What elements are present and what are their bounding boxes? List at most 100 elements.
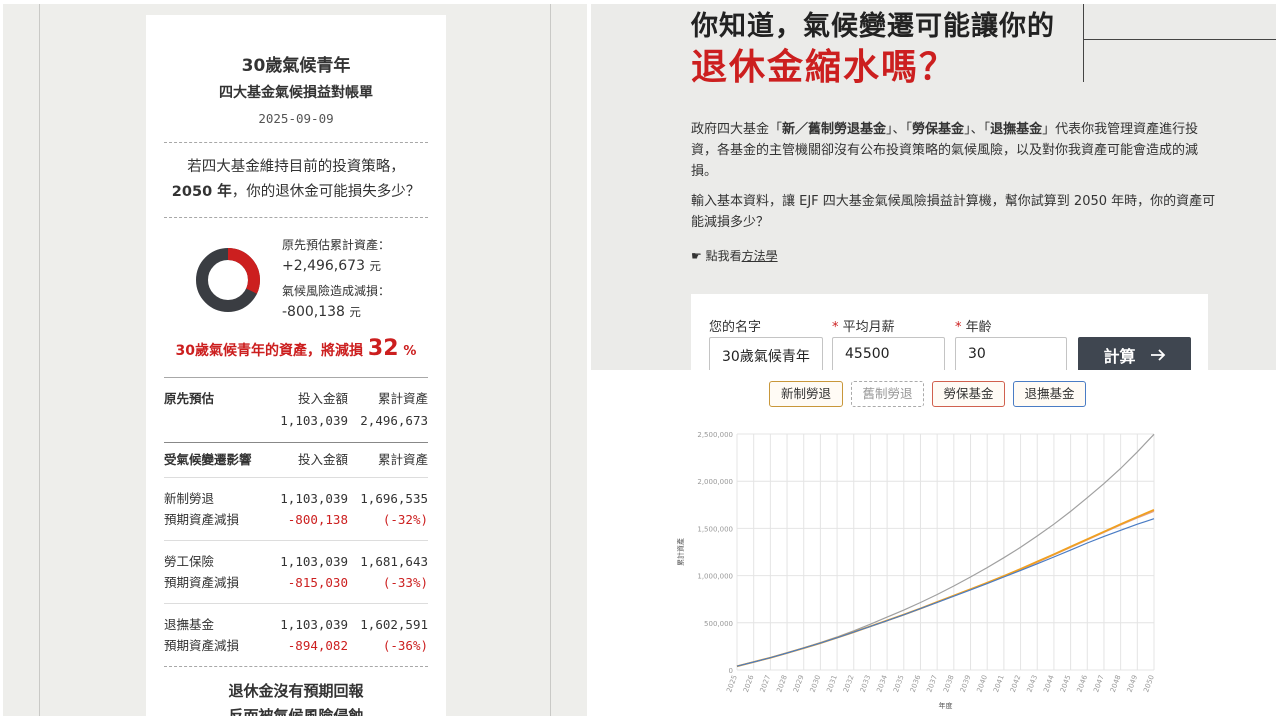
original-amount: +2,496,673: [282, 258, 365, 274]
col-total: 累計資產: [377, 391, 428, 406]
x-tick-label: 2040: [975, 674, 989, 693]
loss-donut-chart: [196, 248, 260, 312]
x-tick-label: 2042: [1009, 674, 1023, 693]
fund-loss-row: 預期資產減損 -894,082 (-36%): [164, 635, 428, 656]
calculate-button-label: 計算: [1103, 347, 1136, 366]
x-tick-label: 2036: [909, 673, 923, 693]
fund-row: 勞工保險 1,103,039 1,681,643: [164, 551, 428, 572]
loss-percentage: 32: [367, 336, 399, 361]
required-mark: *: [832, 320, 839, 335]
methodology-link[interactable]: 方法學: [742, 249, 778, 263]
y-axis-label: 累計資產: [676, 538, 685, 566]
fund-loss-amount: -894,082: [287, 638, 348, 653]
fund-loss-label: 預期資產減損: [164, 575, 240, 590]
decorative-line: [1083, 4, 1084, 82]
x-tick-label: 2029: [792, 674, 806, 693]
original-table: 原先預估 投入金額 累計資產 1,103,039 2,496,673: [164, 377, 428, 442]
x-tick-label: 2045: [1059, 674, 1073, 693]
x-tick-label: 2041: [992, 674, 1006, 693]
age-label: * 年齡: [955, 320, 992, 335]
fund-block: 新制勞退 1,103,039 1,696,535 預期資產減損 -800,138 (-32…: [164, 477, 428, 540]
receipt-subtitle: 四大基金氣候損益對帳單: [219, 85, 373, 101]
asset-projection-chart: 0500,0001,000,0001,500,0002,000,0002,500…: [676, 431, 1156, 710]
question-line-1: 若四大基金維持目前的投資策略，: [187, 159, 405, 175]
y-tick-label: 1,500,000: [697, 525, 733, 533]
fund-row: 新制勞退 1,103,039 1,696,535: [164, 488, 428, 509]
y-tick-label: 1,000,000: [697, 573, 733, 581]
question-line-2: 2050 年，你的退休金可能損失多少？: [164, 180, 428, 205]
x-tick-label: 2033: [859, 674, 873, 693]
col-invest: 投入金額: [297, 391, 348, 406]
receipt-card: 30歲氣候青年 四大基金氣候損益對帳單 2025-09-09 若四大基金維持目前…: [146, 15, 446, 716]
fund-loss-amount: -800,138: [287, 512, 348, 527]
footer-line-1: 退休金沒有預期回報: [228, 682, 364, 700]
original-table-title: 原先預估: [164, 391, 215, 406]
methodology-link-row: ☛ 點我看方法學: [691, 247, 778, 264]
intro-paragraph-2: 輸入基本資料，讓 EJF 四大基金氣候風險損益計算機，幫你試算到 2050 年時…: [691, 194, 1216, 230]
loss-percentage-unit: %: [403, 344, 417, 359]
summary-info: 原先預估累計資產： +2,496,673 元 氣候風險造成減損： -800,13…: [282, 236, 390, 328]
series-line: [736, 510, 1155, 667]
y-tick-label: 500,000: [704, 620, 733, 628]
salary-label: * 平均月薪: [832, 320, 895, 335]
fund-invest: 1,103,039: [280, 554, 348, 569]
x-tick-label: 2044: [1042, 673, 1056, 693]
receipt-title: 30歲氣候青年: [241, 56, 351, 76]
loss-value: -800,138 元: [282, 304, 390, 320]
chart-panel: 新制勞退 舊制勞退 勞保基金 退撫基金 0 500,000 1,000,000 1,500,…: [591, 374, 1276, 716]
original-label: 原先預估累計資產：: [282, 238, 391, 252]
receipt-panel: 30歲氣候青年 四大基金氣候損益對帳單 2025-09-09 若四大基金維持目前…: [3, 4, 587, 716]
pointing-hand-icon: ☛ 點我看: [691, 249, 742, 263]
question-block: 若四大基金維持目前的投資策略， 2050 年，你的退休金可能損失多少？: [164, 142, 428, 217]
fund-total: 1,696,535: [360, 491, 428, 506]
series-line: [736, 433, 1155, 667]
x-tick-label: 2048: [1109, 674, 1123, 693]
x-tick-label: 2025: [725, 674, 739, 693]
original-total: 2,496,673: [360, 413, 428, 428]
fund-loss-percent: (-33%): [382, 575, 428, 590]
x-tick-label: 2032: [842, 674, 856, 693]
x-tick-label: 2038: [942, 674, 956, 693]
x-tick-label: 2028: [775, 674, 789, 693]
footer-line-2: 反而被氣候風險侵蝕: [228, 707, 364, 716]
calculator-form: 您的名字 * 平均月薪 * 年齡 30歲氣候青年 45500 30 計算: [691, 294, 1208, 370]
impact-table: 受氣候變遷影響 投入金額 累計資產 新制勞退 1,103,039 1,696,535…: [164, 442, 428, 666]
loss-label: 氣候風險造成減損：: [282, 284, 391, 298]
x-tick-label: 2034: [875, 673, 889, 693]
y-tick-label: 2,500,000: [697, 431, 733, 439]
x-tick-label: 2035: [892, 674, 906, 693]
original-value: +2,496,673 元: [282, 258, 390, 274]
loss-percentage-line: 30歲氣候青年的資產，將減損 32 %: [164, 333, 428, 377]
loss-text: 30歲氣候青年的資產，將減損: [175, 343, 364, 359]
required-mark: *: [955, 320, 962, 335]
fund-loss-row: 預期資產減損 -815,030 (-33%): [164, 572, 428, 593]
guide-line: [550, 4, 551, 716]
x-tick-label: 2027: [759, 674, 773, 693]
x-tick-label: 2043: [1026, 674, 1040, 693]
x-tick-label: 2050: [1142, 674, 1156, 693]
fund-total: 1,681,643: [360, 554, 428, 569]
intro-paragraph-1: 政府四大基金「新／舊制勞退基金」、「勞保基金」、「退撫基金」代表你我管理資產進行…: [691, 122, 1199, 179]
age-input[interactable]: 30: [955, 337, 1067, 370]
name-input[interactable]: 30歲氣候青年: [709, 337, 823, 370]
receipt-footer: 退休金沒有預期回報 反而被氣候風險侵蝕: [164, 666, 428, 716]
guide-line: [39, 4, 40, 716]
fund-total: 1,602,591: [360, 617, 428, 632]
fund-loss-row: 預期資產減損 -800,138 (-32%): [164, 509, 428, 530]
original-invest: 1,103,039: [280, 413, 348, 428]
fund-invest: 1,103,039: [280, 617, 348, 632]
calculate-button[interactable]: 計算: [1078, 337, 1191, 370]
x-tick-label: 2037: [925, 674, 939, 693]
unit-label: 元: [349, 305, 361, 319]
receipt-date: 2025-09-09: [258, 111, 334, 126]
fund-loss-percent: (-36%): [382, 638, 428, 653]
original-table-header: 原先預估 投入金額 累計資產: [164, 388, 428, 410]
original-table-row: 1,103,039 2,496,673: [164, 410, 428, 432]
fund-block: 勞工保險 1,103,039 1,681,643 預期資產減損 -815,030 (-33…: [164, 540, 428, 603]
arrow-right-icon: [1150, 349, 1165, 361]
x-axis-label: 年度: [939, 701, 953, 710]
x-tick-label: 2047: [1092, 674, 1106, 693]
salary-input[interactable]: 45500: [832, 337, 945, 370]
series-line: [736, 508, 1155, 668]
unit-label: 元: [369, 259, 381, 273]
